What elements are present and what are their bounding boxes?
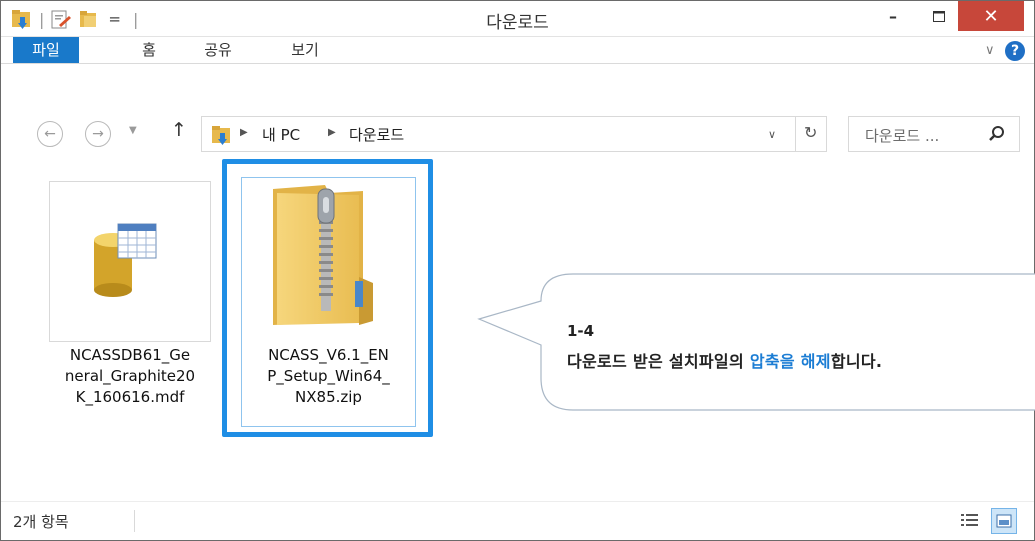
folder-download-icon: [212, 126, 230, 145]
file-name-line: NCASSDB61_Ge: [69, 346, 191, 364]
maximize-icon: [933, 10, 945, 22]
breadcrumb-chevron-icon[interactable]: ▶: [240, 127, 248, 138]
expand-ribbon-icon[interactable]: ∨: [985, 43, 995, 58]
breadcrumb-downloads[interactable]: 다운로드: [349, 124, 404, 145]
minimize-icon: –: [889, 6, 897, 26]
status-divider: [134, 510, 135, 532]
search-input[interactable]: 다운로드 ...: [865, 125, 939, 146]
refresh-icon[interactable]: ↻: [804, 123, 817, 142]
address-divider: [795, 117, 796, 151]
file-name-line: neral_Graphite20: [64, 367, 196, 385]
callout-highlight: 해제: [800, 352, 831, 371]
file-thumbnail: [49, 181, 211, 342]
callout-text-part: 합니다.: [830, 352, 883, 371]
large-icons-view-icon: [996, 514, 1012, 528]
title-bar: | = | 다운로드 – ✕: [1, 1, 1034, 37]
database-icon: [94, 223, 157, 297]
status-bar: 2개 항목: [1, 501, 1034, 540]
address-dropdown-icon[interactable]: ∨: [768, 128, 776, 141]
details-view-icon[interactable]: [959, 510, 981, 532]
ribbon-tabs: 파일 홈 공유 보기: [1, 37, 1034, 64]
ribbon-divider: [1, 63, 1034, 64]
tab-home[interactable]: 홈: [129, 37, 169, 64]
back-arrow-icon: ←: [44, 126, 56, 142]
up-arrow-icon[interactable]: ↑: [171, 119, 187, 141]
callout-highlight: 압축을: [749, 352, 795, 371]
callout-text: 다운로드 받은 설치파일의 압축을 해제합니다.: [567, 348, 882, 372]
file-name-line: K_160616.mdf: [75, 388, 185, 406]
search-box[interactable]: 다운로드 ...: [848, 116, 1020, 152]
callout-text-part: 다운로드 받은 설치파일의: [567, 352, 750, 371]
tab-file[interactable]: 파일: [13, 37, 79, 64]
minimize-button[interactable]: –: [870, 1, 916, 31]
forward-button[interactable]: →: [85, 121, 111, 147]
help-icon[interactable]: ?: [1005, 41, 1025, 61]
file-name: NCASSDB61_Ge neral_Graphite20 K_160616.m…: [49, 345, 211, 408]
tab-share[interactable]: 공유: [193, 37, 243, 64]
close-button[interactable]: ✕: [958, 1, 1024, 31]
maximize-button[interactable]: [916, 1, 962, 31]
explorer-window: | = | 다운로드 – ✕ 파일 홈 공유 보기 ∨ ? ← → ▼ ↑ ▶ …: [0, 0, 1035, 541]
back-button[interactable]: ←: [37, 121, 63, 147]
address-bar[interactable]: ▶ 내 PC ▶ 다운로드 ∨ ↻: [201, 116, 827, 152]
callout-step: 1-4: [567, 322, 595, 340]
breadcrumb-chevron-icon[interactable]: ▶: [328, 127, 336, 138]
forward-arrow-icon: →: [92, 126, 104, 142]
item-count: 2개 항목: [13, 513, 69, 531]
breadcrumb-my-pc[interactable]: 내 PC: [262, 124, 300, 145]
tab-view[interactable]: 보기: [280, 37, 330, 64]
recent-locations-icon[interactable]: ▼: [129, 125, 137, 136]
close-icon: ✕: [983, 5, 999, 27]
highlight-box: [222, 159, 433, 437]
large-icons-view-button[interactable]: [991, 508, 1017, 534]
search-icon[interactable]: [987, 124, 1007, 144]
